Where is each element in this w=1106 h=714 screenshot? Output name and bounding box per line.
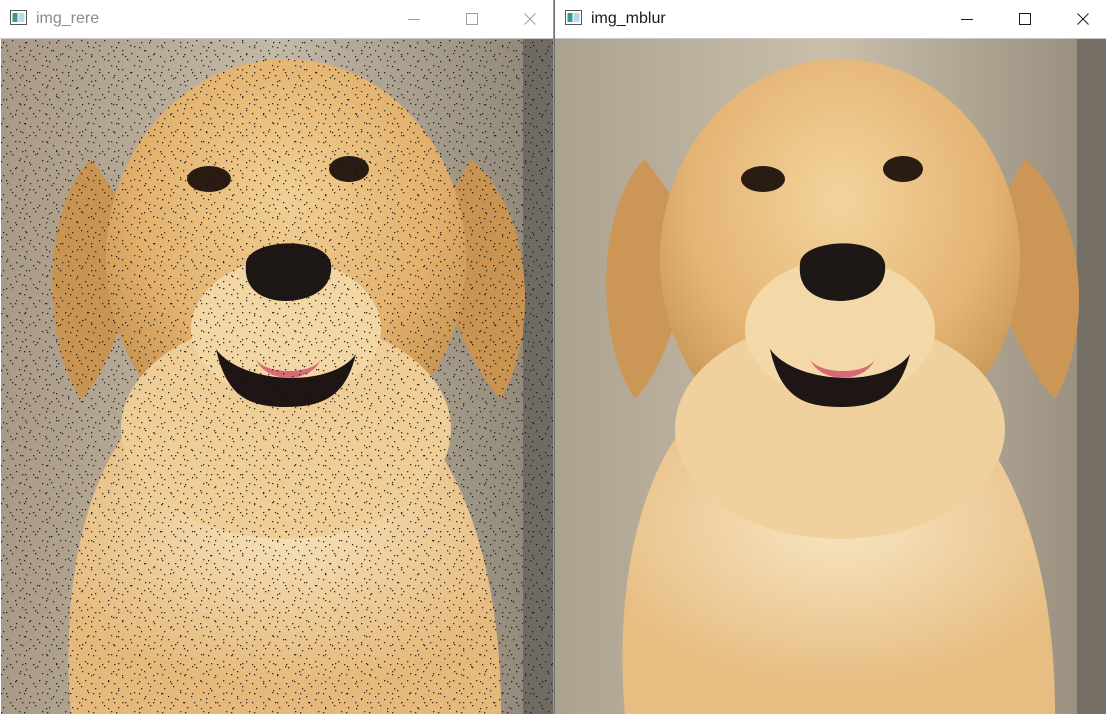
window-img-rere[interactable]: img_rere xyxy=(0,0,554,714)
dog-image-blurred xyxy=(555,39,1106,714)
window-img-mblur[interactable]: img_mblur xyxy=(554,0,1106,714)
title-bar[interactable]: img_rere xyxy=(0,0,553,38)
minimize-button[interactable] xyxy=(944,0,990,38)
minimize-icon xyxy=(961,19,973,20)
app-icon xyxy=(565,10,582,25)
close-icon xyxy=(524,13,536,25)
title-bar[interactable]: img_mblur xyxy=(555,0,1106,38)
maximize-icon xyxy=(1019,13,1031,25)
desktop: img_rere img_mblur xyxy=(0,0,1106,714)
minimize-icon xyxy=(408,19,420,20)
dog-image-noisy xyxy=(1,39,553,714)
maximize-button[interactable] xyxy=(449,0,495,38)
close-button[interactable] xyxy=(1060,0,1106,38)
close-icon xyxy=(1077,13,1089,25)
close-button[interactable] xyxy=(507,0,553,38)
image-canvas xyxy=(0,38,553,714)
image-canvas xyxy=(555,38,1106,714)
app-icon xyxy=(10,10,27,25)
window-title: img_mblur xyxy=(591,10,666,27)
maximize-icon xyxy=(466,13,478,25)
maximize-button[interactable] xyxy=(1002,0,1048,38)
minimize-button[interactable] xyxy=(391,0,437,38)
window-title: img_rere xyxy=(36,10,100,27)
